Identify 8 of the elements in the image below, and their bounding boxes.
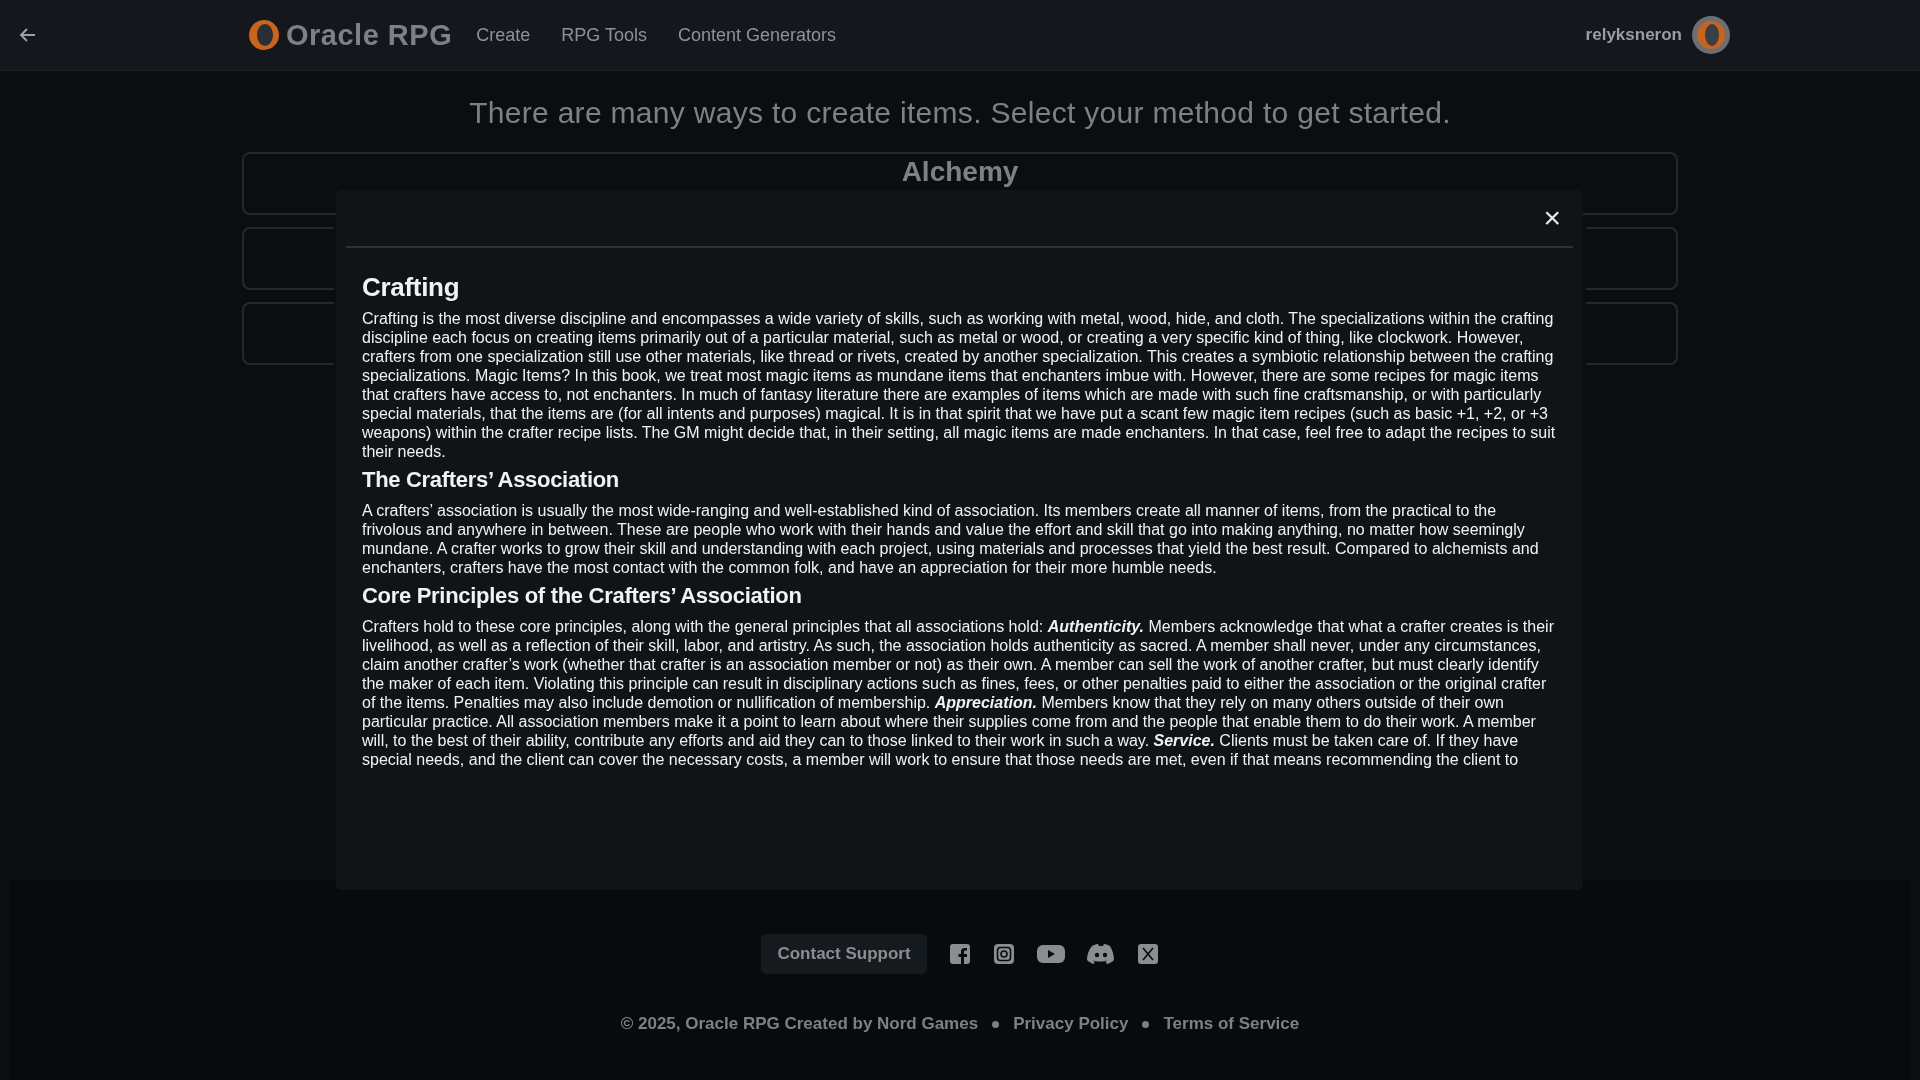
- copyright-text: © 2025, Oracle RPG Created by Nord Games: [620, 1014, 979, 1034]
- section-title: Core Principles of the Crafters’ Association: [362, 583, 803, 609]
- section-text: A crafters’ association is usually the most wide-ranging and well-established kind of association. Its members create all manner of items, from the practical to the frivolous and anywhere in between. These are people who work with their hands and value the effort and skill that go into making anything, no matter how seemingly mundane. A crafter works to grow their skill and understanding with each project, using materials and processes that yield the best result. Compared to alchemists and enchanters, crafters have the most contact with the common folk, and have an appreciation for their more humble needs.: [362, 501, 1540, 577]
- section-title: The Crafters’ Association: [362, 467, 620, 493]
- section-text: Crafting is the most diverse discipline and encompasses a wide variety of skills, such as working with metal, wood, hide, and cloth. The specializations within the crafting discipline each focus on creating items primarily out of a particular material, such as metal or wood, or creating a very specific kind of thing, like clockwork. However, crafters from one specialization still use other materials, like thread or rivets, created by another specialization. This creates a symbiotic relationship between the crafting specializations. Magic Items? In this book, we treat most magic items as mundane items that enchanters imbue with. However, there are some recipes for magic items that crafters have access to, not enchanters. In much of fantasy literature there are examples of items which are made with such fine craftsmanship, or with particularly special materials, that the items are (for all intents and purposes) magical. It is in that spirit that we have put a scant few magic item recipes (such as basic +1, +2, or +3 weapons) within the crafter recipe lists. The GM might decide that, in their setting, all magic items are made enchanters. In that case, feel free to adapt the recipes to suit their needs.: [362, 309, 1557, 461]
- section-text: Crafters hold to these core principles, along with the general principles that all associations hold: Authenticity. Members acknowledge that what a crafter creates is their livelihood, as well as a reflection of their skill, labor, and artistry. As such, the association holds authenticity as sacred. A member shall never, under any circumstances, claim another crafter’s work (whether that crafter is an association member or not) as their own. A member can sell the work of another crafter, but must clearly identify the maker of each item. Violating this principle can result in disciplinary actions such as fines, fees, or other penalties paid to either the association or the original crafter of the items. Penalties may also include demotion or nullification of membership. Appreciation. Members know that they rely on many others outside of their own particular practice. All association members make it a point to learn about where their supplies come from and the people that enable them to do their work. A member will, to the best of their ability, contribute any efforts and aid they can to those linked to their work in such a way. Service. Clients must be taken care of. If they have special needs, and the client can cover the necessary costs, a member will work to ensure that those needs are met, even if that means recommending the client to: [362, 617, 1555, 769]
- section-title: Crafting: [362, 272, 461, 303]
- page-heading: There are many ways to create items. Select your method to get started.: [469, 96, 1451, 130]
